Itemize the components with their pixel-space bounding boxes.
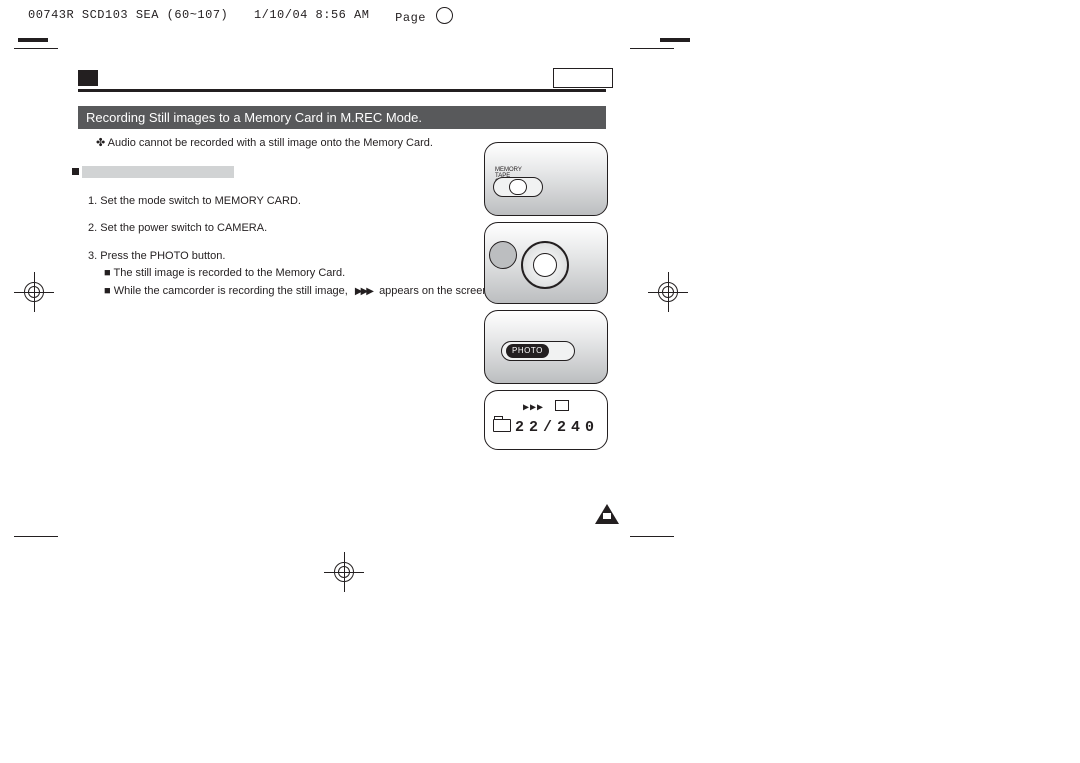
page-circle-icon [436,7,453,24]
crop-mark [14,48,58,49]
recording-indicator-icon: ▶▶▶ [355,284,372,300]
section-title-bar: Recording Still images to a Memory Card … [78,106,606,129]
crop-mark [630,48,674,49]
figure-photo-button: PHOTO [484,310,608,384]
page-number-box [553,68,613,88]
display-recording-icons: ▶▶▶ [485,399,607,414]
tab-indicator-dark [78,70,98,86]
note-text: Audio cannot be recorded with a still im… [108,137,433,149]
photo-button-icon: PHOTO [501,341,575,361]
crop-mark [14,536,58,537]
imposition-page-label: Page [395,4,453,25]
mode-switch-knob [509,179,527,195]
camcorder-body-icon [489,241,517,269]
folder-icon [493,419,511,432]
figure-column: MEMORY TAPE CARD PHOTO ▶▶▶ [484,142,614,456]
figure-power-dial [484,222,608,304]
imposition-timestamp: 1/10/04 8:56 AM [254,8,370,22]
top-rule [78,89,606,92]
card-icon [555,400,569,411]
power-dial-icon [521,241,569,289]
warning-triangle-icon [595,504,619,524]
doc-id: 00743R SCD103 SEA (60~107) [28,8,228,22]
registration-mark-icon [14,272,54,312]
color-bar-right [660,38,690,42]
header-tabs [78,70,626,86]
figure-mode-switch: MEMORY TAPE CARD [484,142,608,216]
section-title: Recording Still images to a Memory Card … [86,110,422,125]
display-counter: 22/240 [515,419,599,436]
sub-heading-placeholder [82,166,234,178]
display-counter-row: 22/240 [485,418,607,436]
manual-page: 00743R SCD103 SEA (60~107) 1/10/04 8:56 … [0,0,1080,763]
color-bar-left [18,38,48,42]
registration-mark-icon [648,272,688,312]
display-panel: ▶▶▶ 22/240 [485,391,607,436]
photo-button-label: PHOTO [506,344,549,358]
imposition-header: 00743R SCD103 SEA (60~107) 1/10/04 8:56 … [28,4,453,25]
registration-mark-icon [324,552,364,592]
recording-arrows-icon: ▶▶▶ [523,403,544,414]
figure-screen-display: ▶▶▶ 22/240 [484,390,608,450]
crop-mark [630,536,674,537]
